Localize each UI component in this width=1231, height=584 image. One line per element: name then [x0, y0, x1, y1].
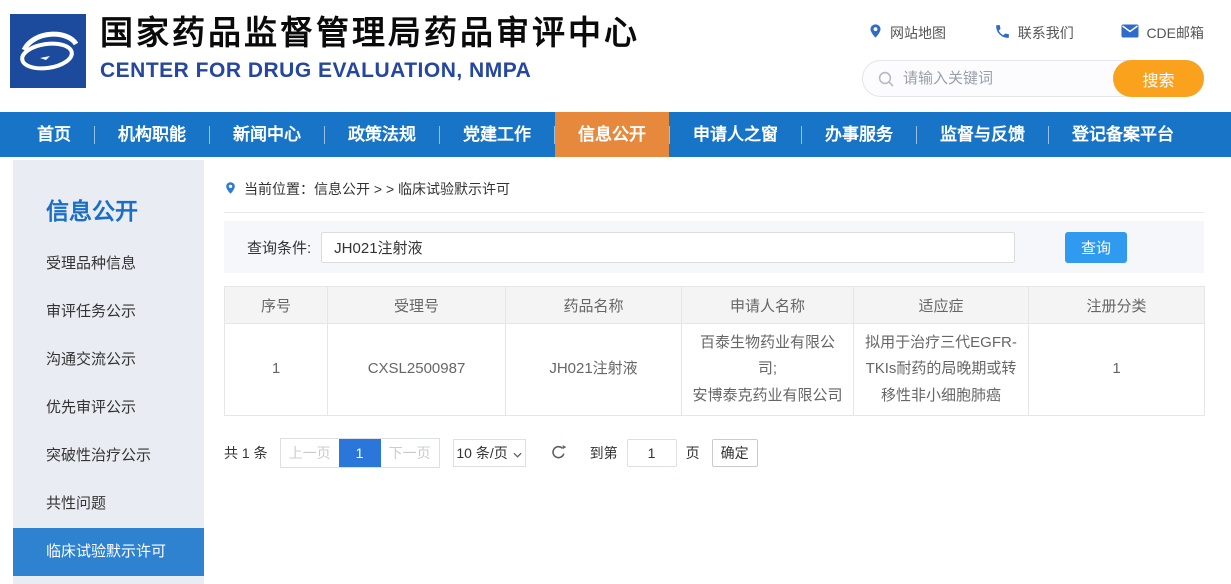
page-size-select[interactable]: 10 条/页	[453, 439, 526, 467]
top-links: 网站地图 联系我们 CDE邮箱	[868, 22, 1204, 43]
pagination: 共 1 条 上一页 1 下一页 10 条/页 到第 页 确定	[224, 438, 1204, 468]
sitemap-link[interactable]: 网站地图	[868, 22, 946, 43]
chevron-down-icon	[513, 445, 522, 461]
nav-item-services[interactable]: 办事服务	[802, 112, 916, 157]
query-button[interactable]: 查询	[1065, 232, 1127, 263]
phone-icon	[994, 23, 1011, 43]
cell-seq: 1	[225, 324, 328, 416]
breadcrumb-divider	[224, 212, 1204, 213]
sidebar-item-clinical-trial-implied-license[interactable]: 临床试验默示许可	[13, 528, 204, 576]
search-icon	[877, 70, 895, 88]
sidebar-item-breakthrough-therapy[interactable]: 突破性治疗公示	[13, 432, 204, 480]
main-content: 当前位置：信息公开 > > 临床试验默示许可 查询条件: 查询 序号 受理号 药…	[224, 178, 1204, 468]
total-count-label: 共 1 条	[224, 443, 268, 463]
nav-item-applicant-window[interactable]: 申请人之窗	[670, 112, 801, 157]
pager-group: 上一页 1 下一页	[280, 438, 440, 468]
cell-acceptance-no: CXSL2500987	[328, 324, 506, 416]
main-nav: 首页 机构职能 新闻中心 政策法规 党建工作 信息公开 申请人之窗 办事服务 监…	[0, 112, 1231, 157]
nav-item-news-center[interactable]: 新闻中心	[210, 112, 324, 157]
contact-link-label: 联系我们	[1018, 23, 1074, 43]
refresh-icon[interactable]	[550, 444, 567, 461]
breadcrumb: 当前位置：信息公开 > > 临床试验默示许可	[224, 178, 1204, 200]
cell-indication: 拟用于治疗三代EGFR-TKIs耐药的局晚期或转移性非小细胞肺癌	[854, 324, 1029, 416]
query-label: 查询条件:	[247, 237, 311, 258]
site-search-input[interactable]	[903, 70, 1113, 87]
col-header-indication: 适应症	[854, 287, 1029, 324]
col-header-seq: 序号	[225, 287, 328, 324]
cde-mail-link-label: CDE邮箱	[1146, 23, 1204, 43]
site-search-bar: 搜索	[862, 60, 1204, 97]
prev-page-button[interactable]: 上一页	[281, 439, 339, 467]
cde-logo	[10, 14, 86, 88]
sitemap-link-label: 网站地图	[890, 23, 946, 43]
contact-link[interactable]: 联系我们	[994, 22, 1074, 43]
goto-page-label: 到第	[590, 443, 618, 463]
col-header-applicant: 申请人名称	[682, 287, 854, 324]
page-unit-label: 页	[686, 443, 700, 463]
nav-item-info-disclosure[interactable]: 信息公开	[555, 112, 669, 157]
cde-mail-link[interactable]: CDE邮箱	[1121, 22, 1204, 43]
cell-applicant: 百泰生物药业有限公司; 安博泰克药业有限公司	[682, 324, 854, 416]
cell-registration-class: 1	[1029, 324, 1205, 416]
sidebar-item-priority-review[interactable]: 优先审评公示	[13, 384, 204, 432]
col-header-drug-name: 药品名称	[506, 287, 682, 324]
nav-item-policies[interactable]: 政策法规	[325, 112, 439, 157]
page-number-button[interactable]: 1	[339, 439, 381, 467]
goto-page-input[interactable]	[627, 439, 677, 467]
cde-logo-emblem	[10, 14, 86, 88]
sidebar-title: 信息公开	[13, 160, 204, 240]
sidebar: 信息公开 受理品种信息 审评任务公示 沟通交流公示 优先审评公示 突破性治疗公示…	[13, 160, 204, 584]
sidebar-item-communication[interactable]: 沟通交流公示	[13, 336, 204, 384]
nav-item-org-functions[interactable]: 机构职能	[95, 112, 209, 157]
next-page-button[interactable]: 下一页	[381, 439, 439, 467]
sidebar-item-common-issues[interactable]: 共性问题	[13, 480, 204, 528]
results-table: 序号 受理号 药品名称 申请人名称 适应症 注册分类 1 CXSL2500987…	[224, 286, 1205, 416]
breadcrumb-text: 当前位置：信息公开 > > 临床试验默示许可	[244, 179, 510, 199]
nav-item-home[interactable]: 首页	[14, 112, 94, 157]
breadcrumb-pin-icon	[224, 180, 237, 199]
query-panel: 查询条件: 查询	[224, 221, 1204, 273]
sidebar-item-review-tasks[interactable]: 审评任务公示	[13, 288, 204, 336]
nav-item-registration-platform[interactable]: 登记备案平台	[1049, 112, 1197, 157]
results-header-row: 序号 受理号 药品名称 申请人名称 适应症 注册分类	[225, 287, 1205, 324]
table-row: 1 CXSL2500987 JH021注射液 百泰生物药业有限公司; 安博泰克药…	[225, 324, 1205, 416]
location-pin-icon	[868, 22, 883, 43]
header: 国家药品监督管理局药品审评中心 CENTER FOR DRUG EVALUATI…	[0, 0, 1231, 112]
sidebar-item-accepted-varieties[interactable]: 受理品种信息	[13, 240, 204, 288]
col-header-acceptance-no: 受理号	[328, 287, 506, 324]
site-search-button[interactable]: 搜索	[1113, 60, 1204, 97]
col-header-registration-class: 注册分类	[1029, 287, 1205, 324]
site-title: 国家药品监督管理局药品审评中心	[100, 14, 640, 52]
nav-item-supervision-feedback[interactable]: 监督与反馈	[917, 112, 1048, 157]
cell-drug-name: JH021注射液	[506, 324, 682, 416]
envelope-icon	[1121, 24, 1139, 41]
query-input[interactable]	[321, 232, 1015, 263]
site-subtitle: CENTER FOR DRUG EVALUATION, NMPA	[100, 59, 640, 83]
page-size-value: 10 条/页	[456, 443, 507, 463]
nav-item-party-building[interactable]: 党建工作	[440, 112, 554, 157]
confirm-button[interactable]: 确定	[712, 439, 758, 467]
site-title-block: 国家药品监督管理局药品审评中心 CENTER FOR DRUG EVALUATI…	[100, 14, 640, 83]
